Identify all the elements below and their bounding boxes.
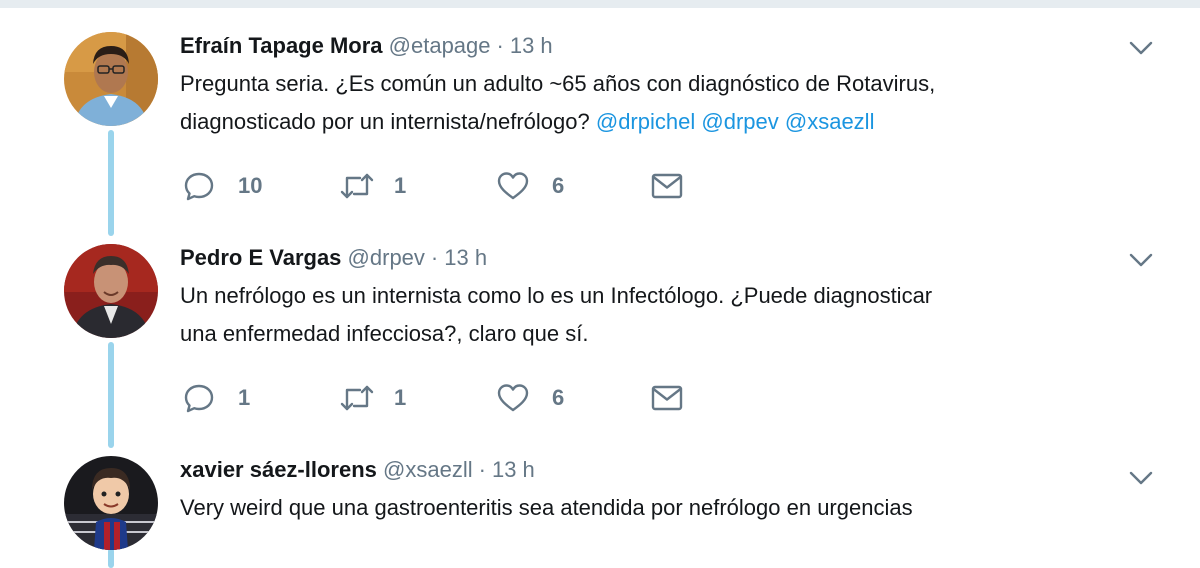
retweet-count: 1 bbox=[394, 385, 407, 410]
chevron-down-icon[interactable] bbox=[1128, 252, 1154, 268]
heart-icon bbox=[497, 172, 529, 200]
heart-icon bbox=[497, 384, 529, 412]
tweet-text-segment: diagnosticado por un internista/nefrólog… bbox=[180, 109, 590, 134]
like-button[interactable]: 6 bbox=[496, 166, 564, 206]
separator: · bbox=[478, 457, 486, 482]
tweet-text-line: Pregunta seria. ¿Es común un adulto ~65 … bbox=[180, 71, 936, 96]
like-count: 6 bbox=[552, 385, 565, 410]
tweet-text: Very weird que una gastroenteritis sea a… bbox=[180, 489, 1140, 527]
retweet-count: 1 bbox=[394, 173, 407, 198]
display-name[interactable]: Pedro E Vargas bbox=[180, 245, 341, 270]
avatar[interactable] bbox=[64, 32, 158, 126]
tweet-header: Efraín Tapage Mora @etapage · 13 h bbox=[180, 32, 1140, 60]
direct-message-button[interactable] bbox=[650, 378, 684, 418]
thread-connector bbox=[108, 548, 114, 568]
retweet-button[interactable]: 1 bbox=[338, 166, 406, 206]
username[interactable]: @xsaezll bbox=[383, 457, 473, 482]
reply-icon bbox=[184, 384, 214, 413]
direct-message-button[interactable] bbox=[650, 166, 684, 206]
like-count: 6 bbox=[552, 173, 565, 198]
username[interactable]: @drpev bbox=[348, 245, 425, 270]
envelope-icon bbox=[651, 385, 683, 411]
separator: · bbox=[496, 33, 504, 58]
retweet-button[interactable]: 1 bbox=[338, 378, 406, 418]
top-divider bbox=[0, 0, 1200, 8]
tweet-thread: Efraín Tapage Mora @etapage · 13 h Pregunt… bbox=[0, 8, 1200, 568]
tweet-text-line: Very weird que una gastroenteritis sea a… bbox=[180, 495, 913, 520]
tweet-text: Un nefrólogo es un internista como lo es… bbox=[180, 277, 1140, 353]
timestamp[interactable]: 13 h bbox=[510, 33, 553, 58]
display-name[interactable]: xavier sáez-llorens bbox=[180, 457, 377, 482]
envelope-icon bbox=[651, 173, 683, 199]
timestamp[interactable]: 13 h bbox=[492, 457, 535, 482]
retweet-icon bbox=[340, 385, 374, 411]
display-name[interactable]: Efraín Tapage Mora bbox=[180, 33, 383, 58]
avatar[interactable] bbox=[64, 456, 158, 550]
retweet-icon bbox=[340, 173, 374, 199]
reply-icon bbox=[184, 172, 214, 201]
separator: · bbox=[430, 245, 439, 270]
username[interactable]: @etapage bbox=[389, 33, 491, 58]
reply-count: 10 bbox=[238, 173, 263, 198]
thread-connector bbox=[108, 342, 114, 448]
timestamp[interactable]: 13 h bbox=[444, 245, 487, 270]
reply-button[interactable]: 10 bbox=[182, 166, 262, 206]
avatar[interactable] bbox=[64, 244, 158, 338]
chevron-down-icon[interactable] bbox=[1128, 40, 1154, 56]
tweet-text-line: diagnosticado por un internista/nefrólog… bbox=[180, 103, 1140, 141]
mention-link[interactable]: @drpichel bbox=[596, 109, 695, 134]
chevron-down-icon[interactable] bbox=[1128, 470, 1154, 486]
reply-count: 1 bbox=[238, 385, 251, 410]
reply-button[interactable]: 1 bbox=[182, 378, 250, 418]
like-button[interactable]: 6 bbox=[496, 378, 564, 418]
tweet-text: Pregunta seria. ¿Es común un adulto ~65 … bbox=[180, 65, 1140, 141]
tweet-text-line: Un nefrólogo es un internista como lo es… bbox=[180, 283, 933, 308]
tweet-text-line: una enfermedad infecciosa?, claro que sí… bbox=[180, 321, 589, 346]
tweet-header: Pedro E Vargas @drpev · 13 h bbox=[180, 244, 1140, 272]
tweet-header: xavier sáez-llorens @xsaezll · 13 h bbox=[180, 456, 1140, 484]
mention-link[interactable]: @drpev bbox=[701, 109, 778, 134]
mention-link[interactable]: @xsaezll bbox=[785, 109, 875, 134]
thread-connector bbox=[108, 130, 114, 236]
